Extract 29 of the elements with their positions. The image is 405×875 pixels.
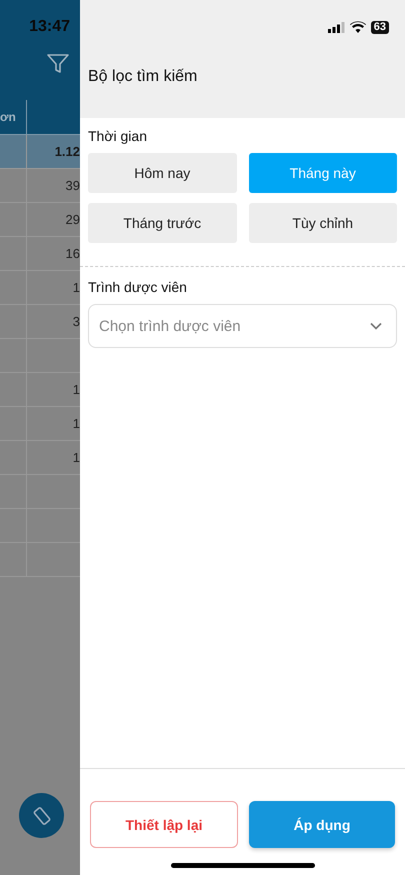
- table-cell: 1.12: [54, 144, 80, 159]
- drawer-title: Bộ lọc tìm kiếm: [88, 68, 198, 86]
- apply-button[interactable]: Áp dụng: [249, 801, 395, 848]
- time-option[interactable]: Hôm nay: [88, 153, 236, 193]
- battery-level: 63: [370, 20, 389, 34]
- table-row[interactable]: 1.12: [0, 135, 80, 169]
- rotate-button[interactable]: [19, 793, 64, 838]
- chevron-down-icon: [370, 322, 382, 330]
- placeholder: Chọn trình dược viên: [99, 318, 241, 334]
- time-option[interactable]: Tùy chỉnh: [248, 203, 397, 243]
- table-cell: 1: [72, 280, 80, 295]
- filter-icon[interactable]: [46, 52, 70, 76]
- table-cell: 29: [66, 212, 80, 227]
- section-label: Trình dược viên: [88, 279, 188, 295]
- table-cell: 1: [72, 382, 80, 397]
- signal-icon: [328, 22, 345, 32]
- table-cell: 1: [72, 450, 80, 465]
- status-time: 13:47: [29, 18, 70, 36]
- time-option[interactable]: Tháng trước: [88, 203, 236, 243]
- table-cell: 16: [66, 246, 80, 261]
- table-cell: 39: [66, 178, 80, 193]
- reset-button[interactable]: Thiết lập lại: [90, 801, 238, 848]
- table-cell: 3: [72, 314, 80, 329]
- section-label: Thời gian: [88, 128, 148, 144]
- rep-dropdown[interactable]: Chọn trình dược viên: [88, 304, 397, 348]
- column-header: ơn: [0, 100, 27, 134]
- time-option[interactable]: Tháng này: [248, 153, 397, 193]
- table-cell: 1: [72, 416, 80, 431]
- wifi-icon: [350, 21, 366, 33]
